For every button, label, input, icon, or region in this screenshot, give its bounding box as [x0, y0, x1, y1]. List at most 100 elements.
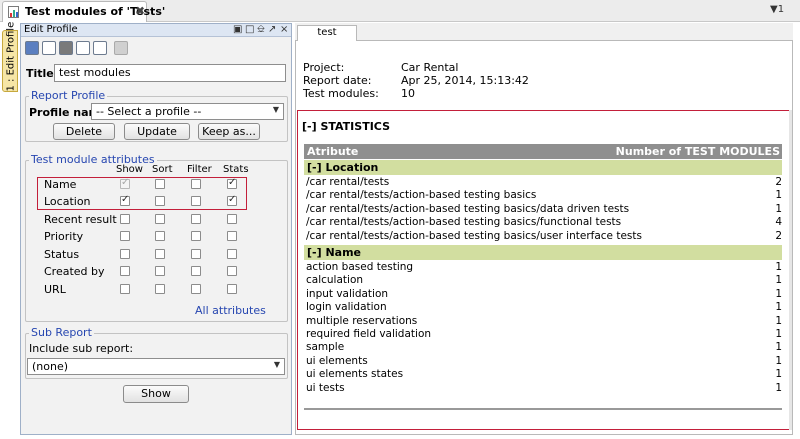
row-attribute: /car rental/tests: [306, 176, 390, 188]
header-attribute: Atribute: [307, 145, 359, 158]
table-row: login validation 1: [306, 301, 782, 315]
close-icon[interactable]: ✖: [135, 4, 145, 18]
row-attribute: input validation: [306, 287, 389, 300]
row-count: 1: [775, 328, 782, 340]
statistics-header: Atribute Number of TEST MODULES: [304, 144, 782, 159]
checkbox-filter[interactable]: [191, 214, 201, 224]
row-count: 2: [775, 176, 782, 188]
sub-report-select[interactable]: (none) ▼: [27, 358, 285, 375]
group-row[interactable]: [-] Location: [304, 160, 782, 175]
attribute-label: Status: [44, 248, 80, 261]
row-count: 1: [775, 287, 782, 300]
attribute-label: Name: [44, 178, 77, 191]
profile-name-select[interactable]: -- Select a profile -- ▼: [91, 103, 284, 120]
checkbox-show[interactable]: [120, 214, 130, 224]
pin-icon[interactable]: ⎒: [257, 24, 265, 35]
checkbox-sort[interactable]: [155, 284, 165, 294]
checkbox-filter[interactable]: [191, 284, 201, 294]
open-icon[interactable]: [42, 41, 56, 55]
checkbox-filter[interactable]: [191, 196, 201, 206]
float-icon[interactable]: ↗: [268, 24, 276, 35]
checkbox-stats[interactable]: [227, 177, 237, 189]
table-row: ui elements 1: [306, 355, 782, 369]
save-icon[interactable]: [25, 41, 39, 55]
update-button[interactable]: Update: [124, 123, 190, 140]
checkbox-show[interactable]: [120, 266, 130, 276]
checkbox-show[interactable]: [120, 249, 130, 259]
row-attribute: login validation: [306, 301, 387, 314]
checkbox-stats[interactable]: [227, 194, 237, 206]
checkbox-stats[interactable]: [227, 284, 237, 294]
statistics-title[interactable]: [-] STATISTICS: [302, 120, 390, 133]
tab-test-modules[interactable]: test modules: [297, 25, 357, 52]
table-view-icon[interactable]: [93, 41, 107, 55]
table-row: /car rental/tests/action-based testing b…: [306, 230, 782, 244]
checkbox-filter[interactable]: [191, 179, 201, 189]
row-count: 1: [775, 261, 782, 273]
row-attribute: ui elements states: [306, 368, 404, 381]
row-attribute: calculation: [306, 274, 364, 287]
table-row: /car rental/tests/action-based testing b…: [306, 216, 782, 230]
checkbox-filter[interactable]: [191, 249, 201, 259]
row-attribute: required field validation: [306, 328, 432, 340]
table-row: ui tests 1: [306, 382, 782, 396]
table-row: /car rental/tests/action-based testing b…: [306, 203, 782, 217]
view-menu-icon[interactable]: ▼1: [770, 4, 784, 15]
row-count: 1: [775, 301, 782, 314]
row-attribute: multiple reservations: [306, 314, 418, 327]
export-icon[interactable]: [114, 41, 128, 55]
row-count: 1: [775, 381, 782, 394]
group-row[interactable]: [-] Name: [304, 245, 782, 260]
attribute-label: Location: [44, 195, 91, 208]
attribute-label: Recent result: [44, 213, 117, 226]
show-button[interactable]: Show: [123, 385, 189, 403]
checkbox-stats[interactable]: [227, 266, 237, 276]
test-modules-label: Test modules:: [303, 87, 379, 100]
checkbox-sort[interactable]: [155, 179, 165, 189]
all-attributes-link[interactable]: All attributes: [195, 304, 266, 317]
row-attribute: ui elements: [306, 354, 368, 367]
row-count: 1: [775, 202, 782, 215]
row-count: 1: [775, 314, 782, 327]
row-count: 2: [775, 229, 782, 242]
panel-header: Edit Profile ▣ □ ⎒ ↗ ×: [21, 24, 291, 37]
edit-profile-panel: Edit Profile ▣ □ ⎒ ↗ × Title: test modul…: [20, 23, 292, 435]
column-show: Show: [116, 164, 143, 175]
checkbox-show[interactable]: [120, 194, 130, 206]
scrollbar[interactable]: [789, 110, 792, 430]
checkbox-show[interactable]: [120, 177, 130, 189]
restore-icon[interactable]: ▣: [233, 24, 242, 35]
checkbox-stats[interactable]: [227, 214, 237, 224]
checkbox-stats[interactable]: [227, 231, 237, 241]
table-row: ui elements states 1: [306, 368, 782, 382]
minimize-icon[interactable]: □: [245, 24, 254, 35]
row-count: 1: [775, 341, 782, 354]
checkbox-sort[interactable]: [155, 214, 165, 224]
checkbox-sort[interactable]: [155, 196, 165, 206]
title-input[interactable]: test modules: [54, 64, 286, 82]
table-row: /car rental/tests/action-based testing b…: [306, 189, 782, 203]
row-attribute: action based testing: [306, 261, 414, 273]
checkbox-sort[interactable]: [155, 231, 165, 241]
table-row: sample 1: [306, 341, 782, 355]
test-modules-value: 10: [401, 87, 415, 100]
checkbox-show[interactable]: [120, 284, 130, 294]
group-label: [-] Name: [307, 246, 362, 259]
report-profile-legend: Report Profile: [29, 89, 108, 102]
delete-button[interactable]: Delete: [53, 123, 115, 140]
attribute-label: Created by: [44, 265, 105, 278]
keep-as-button[interactable]: Keep as...: [198, 123, 260, 140]
side-tab-edit-profile[interactable]: 1 : Edit Profile: [2, 22, 18, 92]
checkbox-stats[interactable]: [227, 249, 237, 259]
profile-name-value: -- Select a profile --: [96, 105, 202, 118]
editor-tab-test-modules[interactable]: Test modules of 'Tests' ✖: [2, 1, 165, 22]
checkbox-sort[interactable]: [155, 266, 165, 276]
checkbox-show[interactable]: [120, 231, 130, 241]
print-icon[interactable]: [59, 41, 73, 55]
row-count: 1: [775, 189, 782, 202]
checkbox-sort[interactable]: [155, 249, 165, 259]
checkbox-filter[interactable]: [191, 231, 201, 241]
list-view-icon[interactable]: [76, 41, 90, 55]
checkbox-filter[interactable]: [191, 266, 201, 276]
panel-close-icon[interactable]: ×: [280, 24, 288, 35]
